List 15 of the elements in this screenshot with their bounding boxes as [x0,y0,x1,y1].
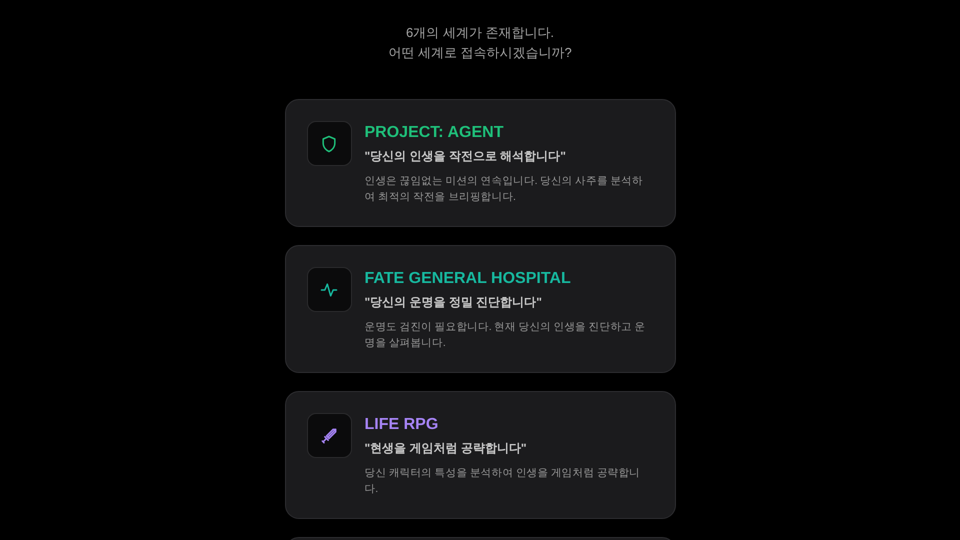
subtitle-line: 6개의 세계가 존재합니다. [406,24,554,42]
world-description: 인생은 끊임없는 미션의 연속입니다. 당신의 사주를 분석하여 최적의 작전을 브리핑합니다. [364,174,644,205]
subtitle-line: 어떤 세계로 접속하시겠습니까? [388,44,572,62]
world-description: 운명도 검진이 필요합니다. 현재 당신의 인생을 진단하고 운명을 살펴봅니다. [364,320,646,351]
world-card[interactable]: PROJECT: AGENT "당신의 인생을 작전으로 해석합니다" 인생은 끊임없는 미션의 연속입니다. 당신의 사주를 분석하여 최적의 작전을 브리핑합니다. [284,99,676,227]
world-tagline: "당신의 운명을 정밀 진단합니다" [364,294,543,311]
world-card[interactable]: FATE GENERAL HOSPITAL "당신의 운명을 정밀 진단합니다" 운명도 검진이 필요합니다. 현재 당신의 인생을 진단하고 운명을 살펴봅니다. [284,245,676,373]
world-title: LIFE RPG [364,415,440,435]
world-tagline: "현생을 게임처럼 공략합니다" [364,440,528,457]
world-description: 당신 캐릭터의 특성을 분석하여 인생을 게임처럼 공략합니다. [364,466,642,497]
world-title: FATE GENERAL HOSPITAL [364,269,572,289]
world-card[interactable]: LIFE RPG "현생을 게임처럼 공략합니다" 당신 캐릭터의 특성을 분석하여 인생을 게임처럼 공략합니다. [284,391,676,519]
sword-icon [319,426,339,446]
world-tagline: "당신의 인생을 작전으로 해석합니다" [364,148,567,165]
world-title: PROJECT: AGENT [364,123,504,143]
